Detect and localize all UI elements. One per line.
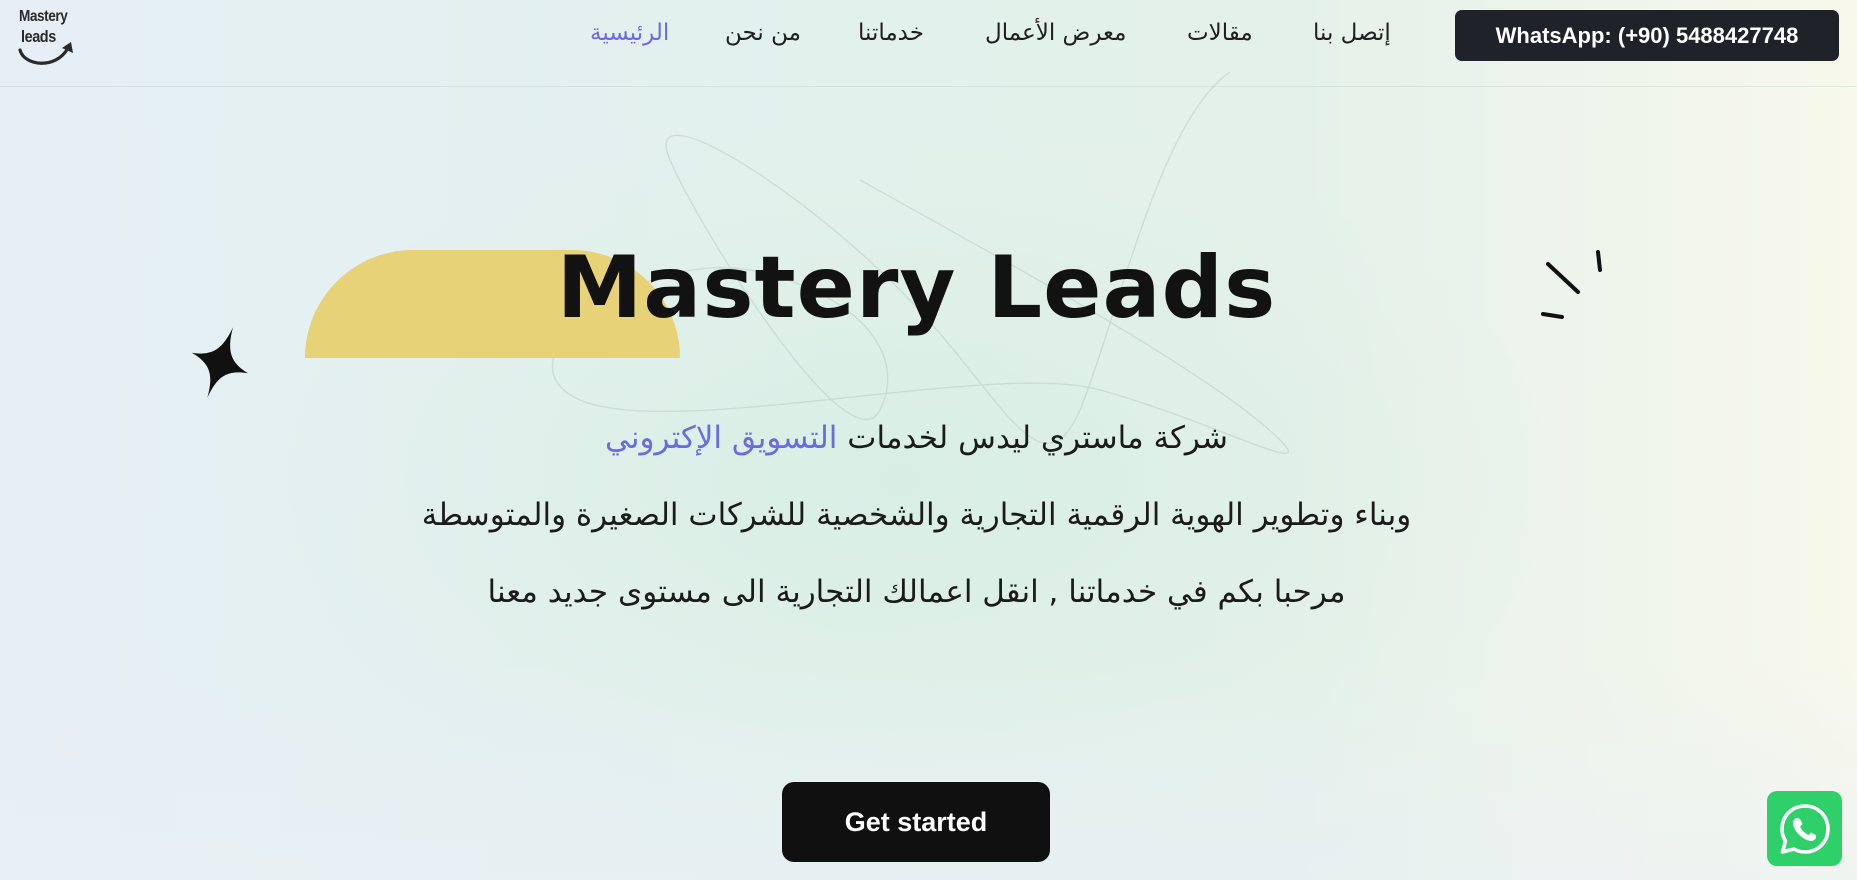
hero-subtitle-line1: شركة ماستري ليدس لخدمات التسويق الإكترون… [0,420,1833,456]
hero-line1-highlight: التسويق الإكتروني [605,420,838,456]
whatsapp-contact-button[interactable]: WhatsApp: (+90) 5488427748 [1455,10,1839,61]
nav-item-home[interactable]: الرئيسية [590,20,669,46]
nav-item-services[interactable]: خدماتنا [858,20,924,46]
whatsapp-icon [1779,803,1830,854]
nav-item-articles[interactable]: مقالات [1187,20,1253,46]
four-point-star-icon [191,327,249,398]
site-header: Mastery leads الرئيسية من نحن خدماتنا مع… [0,0,1857,87]
get-started-button[interactable]: Get started [782,782,1050,862]
nav-item-portfolio[interactable]: معرض الأعمال [985,20,1126,46]
hero-title: Mastery Leads [556,238,1277,338]
hero-subtitle-line2: وبناء وتطوير الهوية الرقمية التجارية وال… [421,497,1412,533]
nav-item-contact[interactable]: إتصل بنا [1313,20,1391,46]
hero-line1-text: شركة ماستري ليدس لخدمات [847,420,1228,456]
whatsapp-float-button[interactable] [1767,791,1842,866]
hero-subtitle-line3: مرحبا بكم في خدماتنا , انقل اعمالك التجا… [487,574,1346,610]
nav-item-about[interactable]: من نحن [725,20,801,46]
